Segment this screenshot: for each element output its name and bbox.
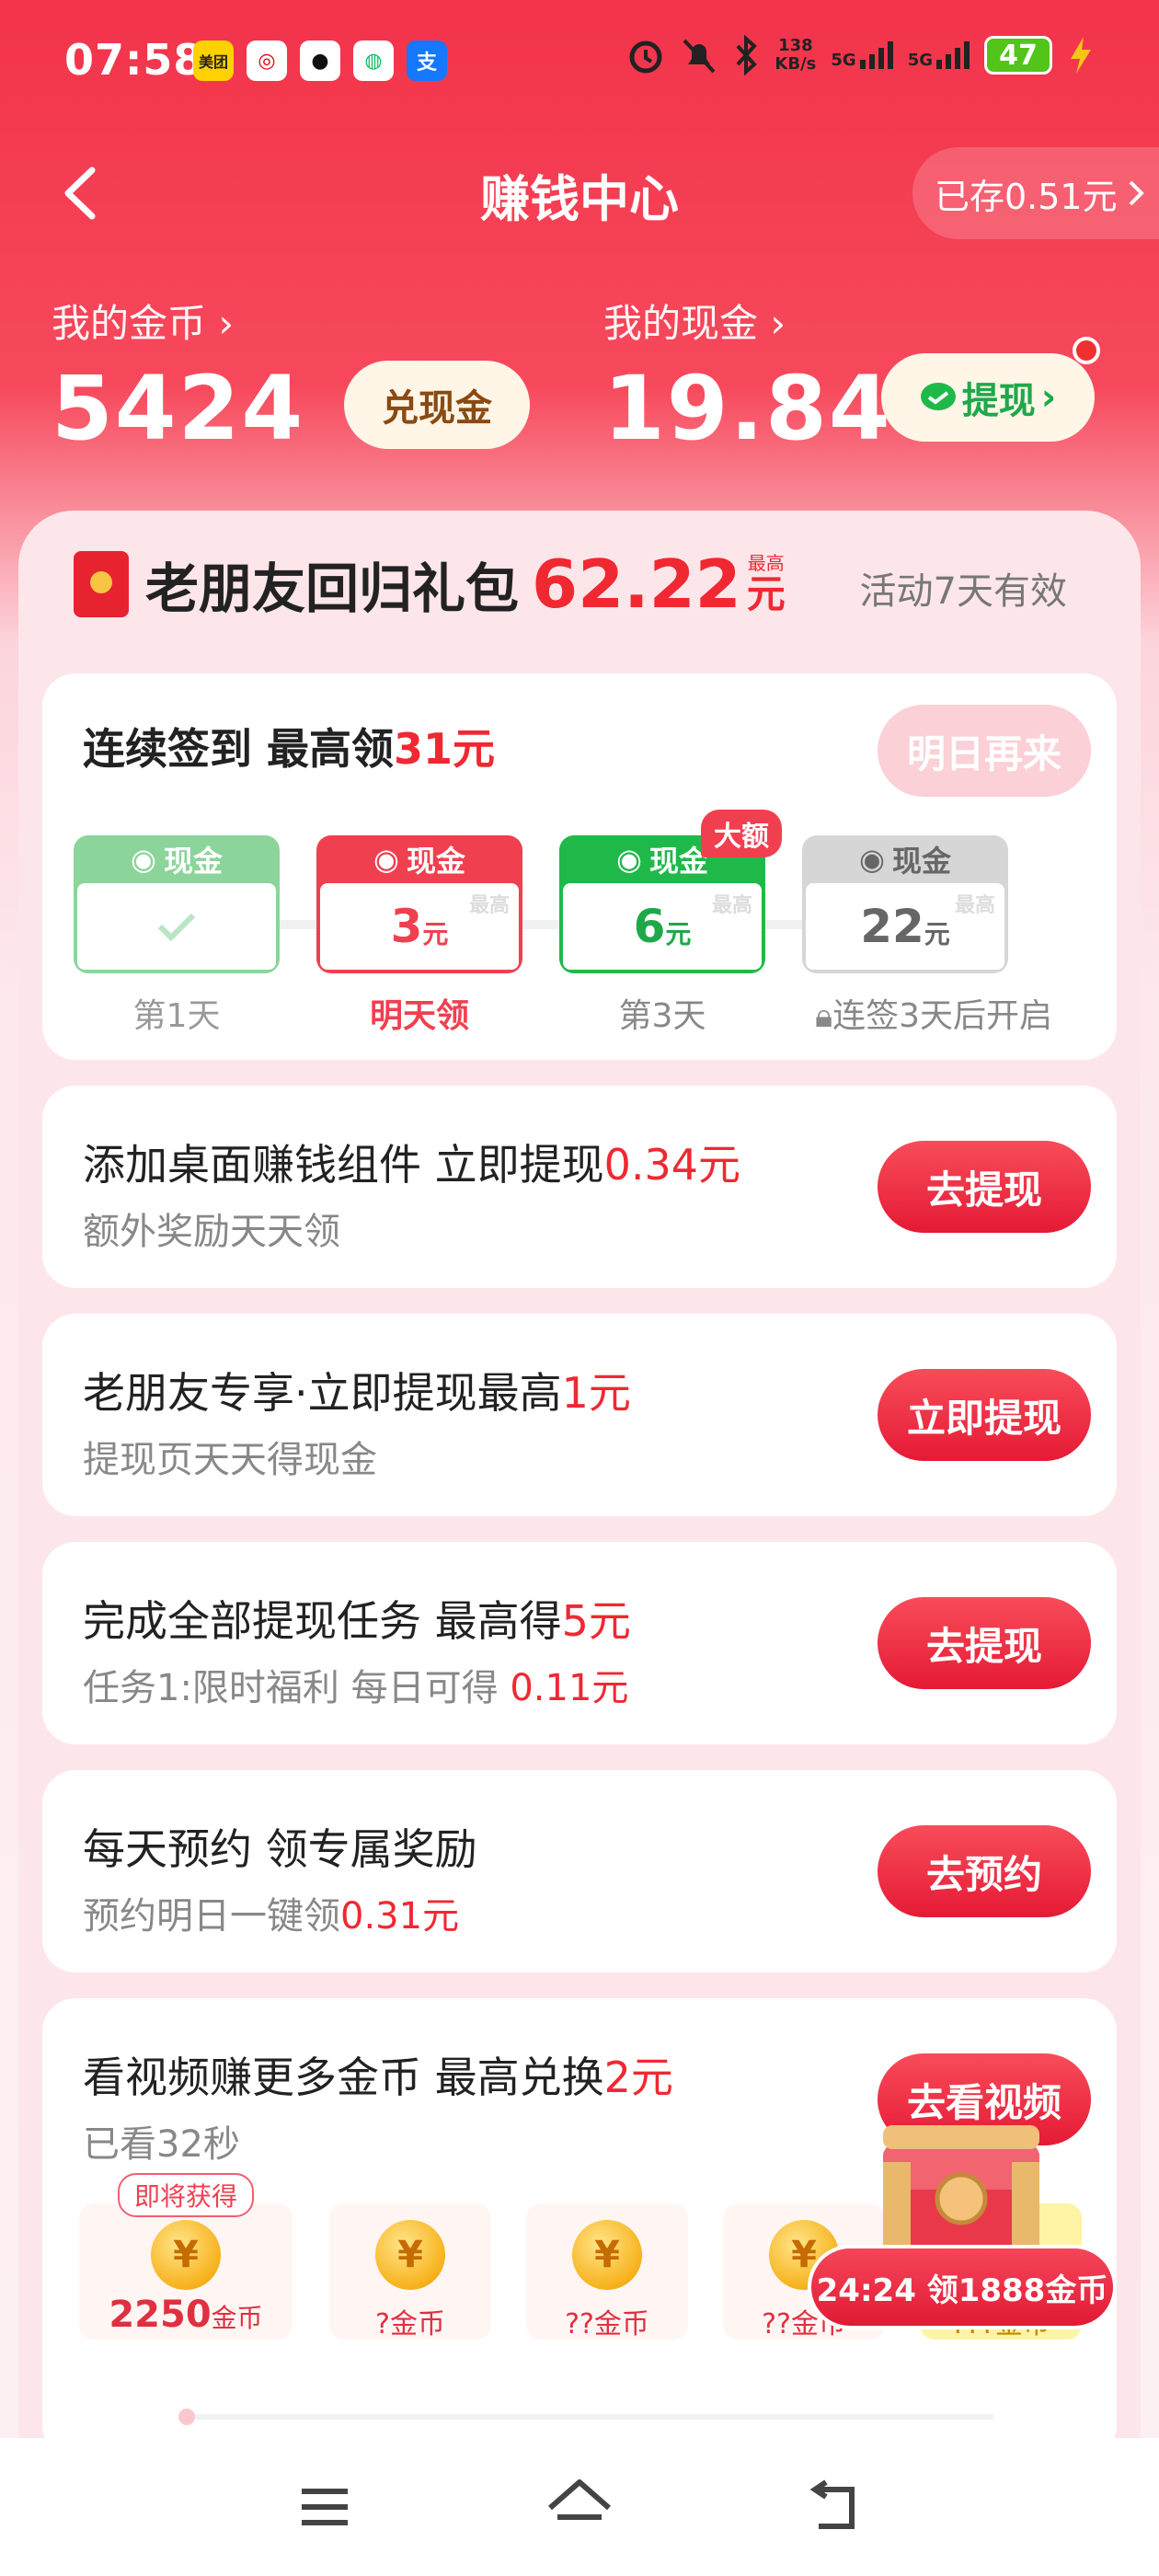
wechat-pay-icon: ◉: [616, 842, 642, 877]
saved-amount-button[interactable]: 已存0.51元: [912, 147, 1159, 239]
task-subtitle: 已看32秒: [83, 2123, 240, 2166]
red-envelope-icon: [74, 551, 129, 617]
home-icon: [548, 2479, 611, 2520]
notification-icons: 美团 ◎ ● ◍ 支: [193, 40, 447, 81]
my-cash-link[interactable]: 我的现金 ›: [603, 293, 786, 349]
coin-reward-3: ¥ ??金币: [526, 2203, 688, 2340]
home-button[interactable]: [543, 2471, 616, 2541]
coin-reward-2: ¥ ?金币: [329, 2203, 491, 2340]
chevron-right-icon: ›: [1040, 376, 1057, 419]
signal-2: 5G: [908, 41, 970, 69]
status-bar: 07:58 美团 ◎ ● ◍ 支 138 KB/s 5G 5G 47: [0, 0, 1159, 120]
cash-value: 19.84: [603, 357, 892, 460]
signal-1: 5G: [831, 41, 893, 69]
back-icon: [809, 2479, 855, 2529]
task-button-withdraw[interactable]: 去提现: [878, 1597, 1091, 1689]
gift-header: 老朋友回归礼包 62.22 最高 元: [74, 543, 786, 626]
checkin-title: 连续签到 最高领31元: [83, 724, 496, 774]
checkin-day-3-label: 第3天: [618, 997, 706, 1035]
withdraw-button[interactable]: 提现 ›: [881, 353, 1095, 442]
bluetooth-icon: [736, 35, 758, 75]
menu-icon: [302, 2489, 348, 2525]
checkin-day-2-label: 明天领: [369, 997, 469, 1035]
alipay-icon: 支: [407, 40, 447, 81]
checkin-day-4[interactable]: ◉ 现金 最高 22 元: [802, 835, 1008, 973]
task-card-complete-all: 完成全部提现任务 最高得5元 任务1:限时福利 每日可得 0.11元 去提现: [42, 1542, 1117, 1744]
task-title: 完成全部提现任务 最高得5元: [83, 1596, 631, 1646]
notification-dot: [1073, 337, 1100, 364]
back-nav-button[interactable]: [802, 2475, 866, 2539]
wechat-pay-icon: ◉: [131, 842, 156, 877]
checkin-day-1[interactable]: ◉ 现金: [74, 835, 280, 973]
task-card-old-friend: 老朋友专享·立即提现最高1元 提现页天天得现金 立即提现: [42, 1314, 1117, 1516]
net-speed: 138 KB/s: [775, 36, 817, 74]
coin-icon: ¥: [572, 2220, 642, 2290]
system-nav-bar: [0, 2438, 1159, 2576]
task-subtitle: 预约明日一键领0.31元: [83, 1895, 460, 1938]
progress-dot: [178, 2409, 195, 2425]
wechat-pay-icon: ◉: [373, 842, 399, 877]
charging-icon: [1071, 37, 1091, 74]
gift-amount: 62.22: [532, 546, 741, 623]
bank-icon: ◎: [247, 40, 287, 81]
chevron-right-icon: ›: [770, 301, 786, 346]
big-amount-badge: 大额: [701, 810, 782, 857]
task-button-withdraw-now[interactable]: 立即提现: [878, 1369, 1091, 1461]
chevron-right-icon: [1129, 180, 1144, 206]
coin-icon: ¥: [151, 2220, 221, 2290]
clock: 07:58: [64, 35, 204, 85]
meituan-icon: 美团: [193, 40, 234, 81]
chevron-right-icon: ›: [218, 301, 235, 346]
header: 赚钱中心 已存0.51元: [0, 138, 1159, 248]
come-back-tomorrow-button[interactable]: 明日再来: [878, 705, 1091, 797]
progress-track: [184, 2414, 993, 2420]
lock-icon: 🔒︎: [814, 997, 833, 1035]
task-title: 添加桌面赚钱组件 立即提现0.34元: [83, 1140, 741, 1190]
qq-icon: ●: [300, 40, 340, 81]
task-title: 看视频赚更多金币 最高兑换2元: [83, 2053, 673, 2102]
signal-bars-icon: [859, 41, 893, 69]
alarm-icon: [629, 40, 662, 74]
checkmark-icon: [157, 913, 196, 942]
coming-soon-tag: 即将获得: [118, 2173, 255, 2217]
task-subtitle: 提现页天天得现金: [83, 1439, 377, 1481]
task-button-withdraw[interactable]: 去提现: [878, 1141, 1091, 1233]
mute-icon: [683, 39, 716, 74]
coin-reward-1: ¥ 2250金币: [79, 2203, 293, 2340]
wechat-pay-icon: ◉: [859, 842, 885, 877]
task-subtitle: 任务1:限时福利 每日可得 0.11元: [83, 1667, 629, 1709]
system-icons: 138 KB/s 5G 5G 47: [625, 35, 1095, 75]
task-title: 老朋友专享·立即提现最高1元: [83, 1368, 631, 1418]
checkin-day-4-label: 🔒︎连签3天后开启: [814, 997, 1053, 1035]
my-coins-link[interactable]: 我的金币 ›: [52, 293, 234, 349]
saved-amount-label: 已存0.51元: [935, 176, 1118, 217]
gift-validity: 活动7天有效: [859, 570, 1067, 613]
coins-value: 5424: [52, 357, 305, 460]
wechat-icon: ◍: [353, 40, 394, 81]
menu-button[interactable]: [293, 2475, 357, 2539]
task-button-reserve[interactable]: 去预约: [878, 1825, 1091, 1917]
coin-icon: ¥: [375, 2220, 445, 2290]
task-card-reserve: 每天预约 领专属奖励 预约明日一键领0.31元 去预约: [42, 1770, 1117, 1972]
checkin-day-2[interactable]: ◉ 现金 最高 3元: [316, 835, 522, 973]
task-subtitle: 额外奖励天天领: [83, 1211, 340, 1253]
signal-bars-icon: [936, 41, 970, 69]
exchange-cash-button[interactable]: 兑现金: [344, 361, 530, 449]
checkin-day-1-label: 第1天: [132, 997, 221, 1035]
battery-indicator: 47: [984, 36, 1052, 75]
wechat-pay-icon: [920, 383, 956, 410]
task-title: 每天预约 领专属奖励: [83, 1824, 477, 1874]
task-card-widget: 添加桌面赚钱组件 立即提现0.34元 额外奖励天天领 去提现: [42, 1086, 1117, 1288]
chest-timer-button[interactable]: 24:24 领1888金币: [808, 2245, 1117, 2329]
